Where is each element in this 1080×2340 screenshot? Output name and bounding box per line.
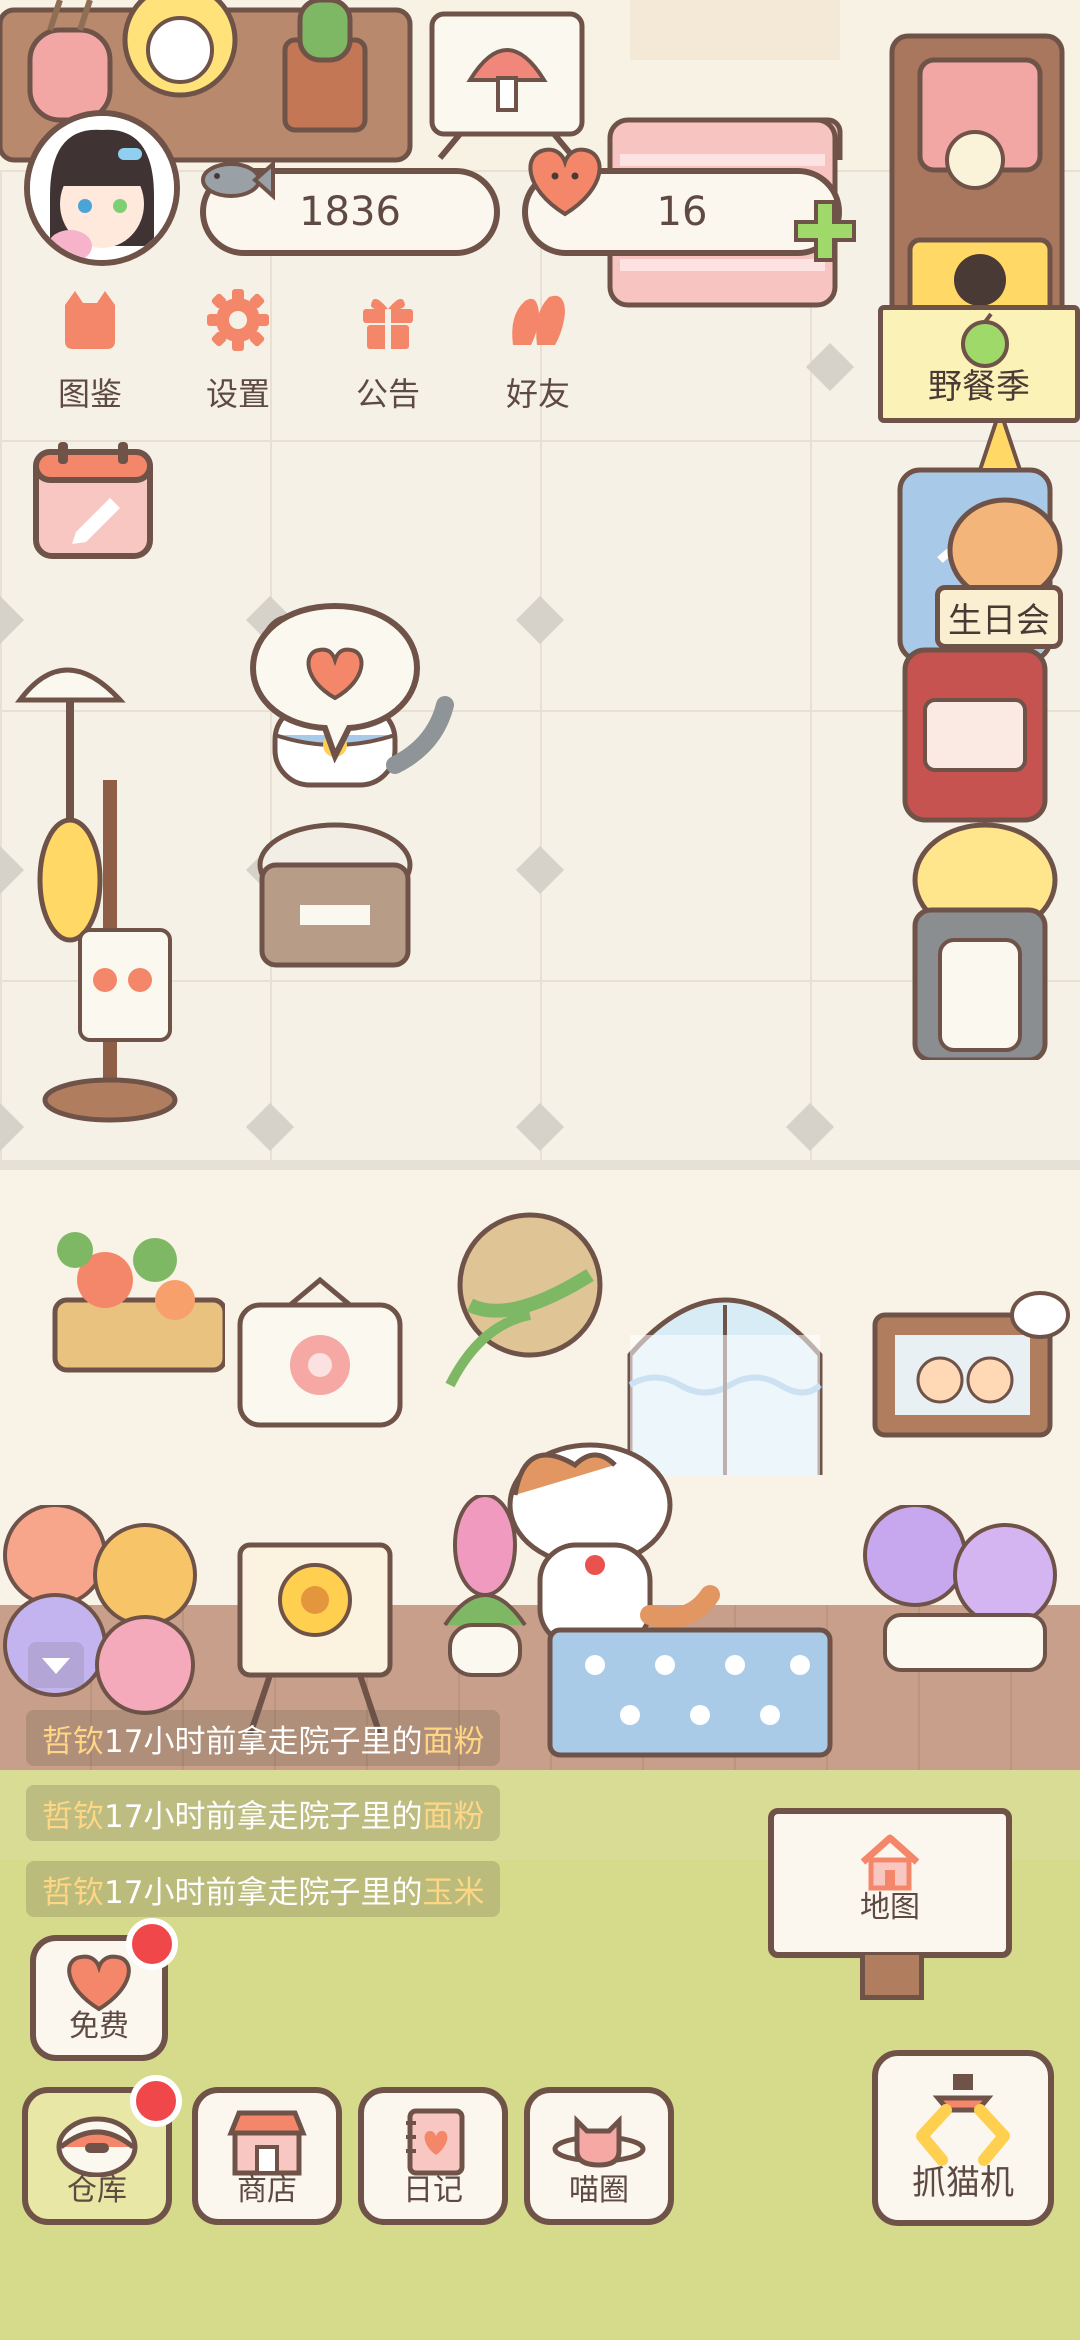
- nav-warehouse-label: 仓库: [67, 2173, 127, 2208]
- claw-machine-button[interactable]: 抓猫机: [872, 2050, 1054, 2226]
- free-reward-label: 免费: [69, 2009, 129, 2044]
- warehouse-badge: [130, 2075, 182, 2127]
- birthday-party-event[interactable]: 生日会: [935, 585, 1063, 649]
- hydrangea-bush-left: [3, 1505, 197, 1715]
- nav-diary[interactable]: 日记: [358, 2087, 508, 2225]
- add-heart-button[interactable]: [790, 196, 860, 266]
- feed-text: 17小时前拿走院子里的: [104, 1723, 423, 1760]
- avatar-portrait: [30, 116, 174, 260]
- nav-diary-label: 日记: [403, 2173, 463, 2208]
- menu-announcement[interactable]: 公告: [328, 285, 448, 415]
- coat-rack-lamp: [14, 667, 178, 1123]
- free-reward-badge: [126, 1918, 178, 1970]
- feed-item: 面粉: [422, 1723, 485, 1760]
- sunflower-easel: [237, 1542, 393, 1735]
- apple-icon: [961, 312, 1009, 368]
- friends-icon: [512, 295, 565, 345]
- nav-shop-label: 商店: [237, 2173, 297, 2208]
- family-photo-frame: [872, 1291, 1070, 1438]
- map-sign-post: [860, 1955, 924, 2000]
- nav-cat-circle[interactable]: 喵圈: [524, 2087, 674, 2225]
- feed-item: 面粉: [422, 1798, 485, 1835]
- map-label: 地图: [860, 1890, 920, 1925]
- feed-text: 17小时前拿走院子里的: [104, 1798, 423, 1835]
- menu-collection-label: 图鉴: [57, 375, 122, 413]
- activity-feed-item: 哲钦 17小时前拿走院子里的 玉米: [26, 1861, 501, 1917]
- calendar-edit-button[interactable]: [32, 440, 154, 560]
- menu-announcement-label: 公告: [355, 375, 420, 413]
- feed-item: 玉米: [422, 1874, 485, 1911]
- feed-text: 17小时前拿走院子里的: [104, 1874, 423, 1911]
- feed-user: 哲钦: [42, 1874, 104, 1911]
- heart-icon: [528, 147, 602, 217]
- polka-dot-mat: [547, 1627, 833, 1758]
- feed-user: 哲钦: [42, 1798, 104, 1835]
- claw-machine-label: 抓猫机: [912, 2163, 1014, 2203]
- collapse-feed-toggle[interactable]: [26, 1640, 86, 1690]
- menu-friends[interactable]: 好友: [478, 285, 598, 415]
- cat-book-icon: [65, 291, 115, 349]
- map-button[interactable]: 地图: [768, 1808, 1012, 1958]
- flower-planter: [52, 1232, 225, 1373]
- player-avatar[interactable]: [24, 110, 180, 266]
- mushroom-painting: [429, 11, 585, 160]
- heart-count: 16: [656, 189, 708, 235]
- menu-settings-label: 设置: [205, 375, 270, 413]
- hydrangea-planter-right: [863, 1505, 1057, 1672]
- menu-friends-label: 好友: [505, 375, 570, 413]
- flower-sign: [237, 1276, 403, 1428]
- activity-feed-item: 哲钦 17小时前拿走院子里的 面粉: [26, 1710, 501, 1766]
- fish-icon: [201, 159, 275, 201]
- record-shelf: [889, 33, 1065, 329]
- fish-count: 1836: [299, 189, 401, 235]
- menu-settings[interactable]: 设置: [178, 285, 298, 415]
- hanging-vine-basket: [445, 1212, 603, 1388]
- birthday-party-label: 生日会: [948, 600, 1050, 641]
- calico-cat-on-mat: [507, 1442, 720, 1645]
- gear-icon: [207, 289, 269, 351]
- menu-collection[interactable]: 图鉴: [30, 285, 150, 415]
- nav-shop[interactable]: 商店: [192, 2087, 342, 2225]
- feed-user: 哲钦: [42, 1723, 104, 1760]
- gift-icon: [363, 298, 413, 349]
- floor-divider: [0, 1160, 1080, 1170]
- nav-cat-circle-label: 喵圈: [569, 2173, 629, 2208]
- heart-speech-bubble[interactable]: [245, 598, 425, 763]
- activity-feed-item: 哲钦 17小时前拿走院子里的 面粉: [26, 1785, 501, 1841]
- kitchen-stand: [902, 647, 1058, 1060]
